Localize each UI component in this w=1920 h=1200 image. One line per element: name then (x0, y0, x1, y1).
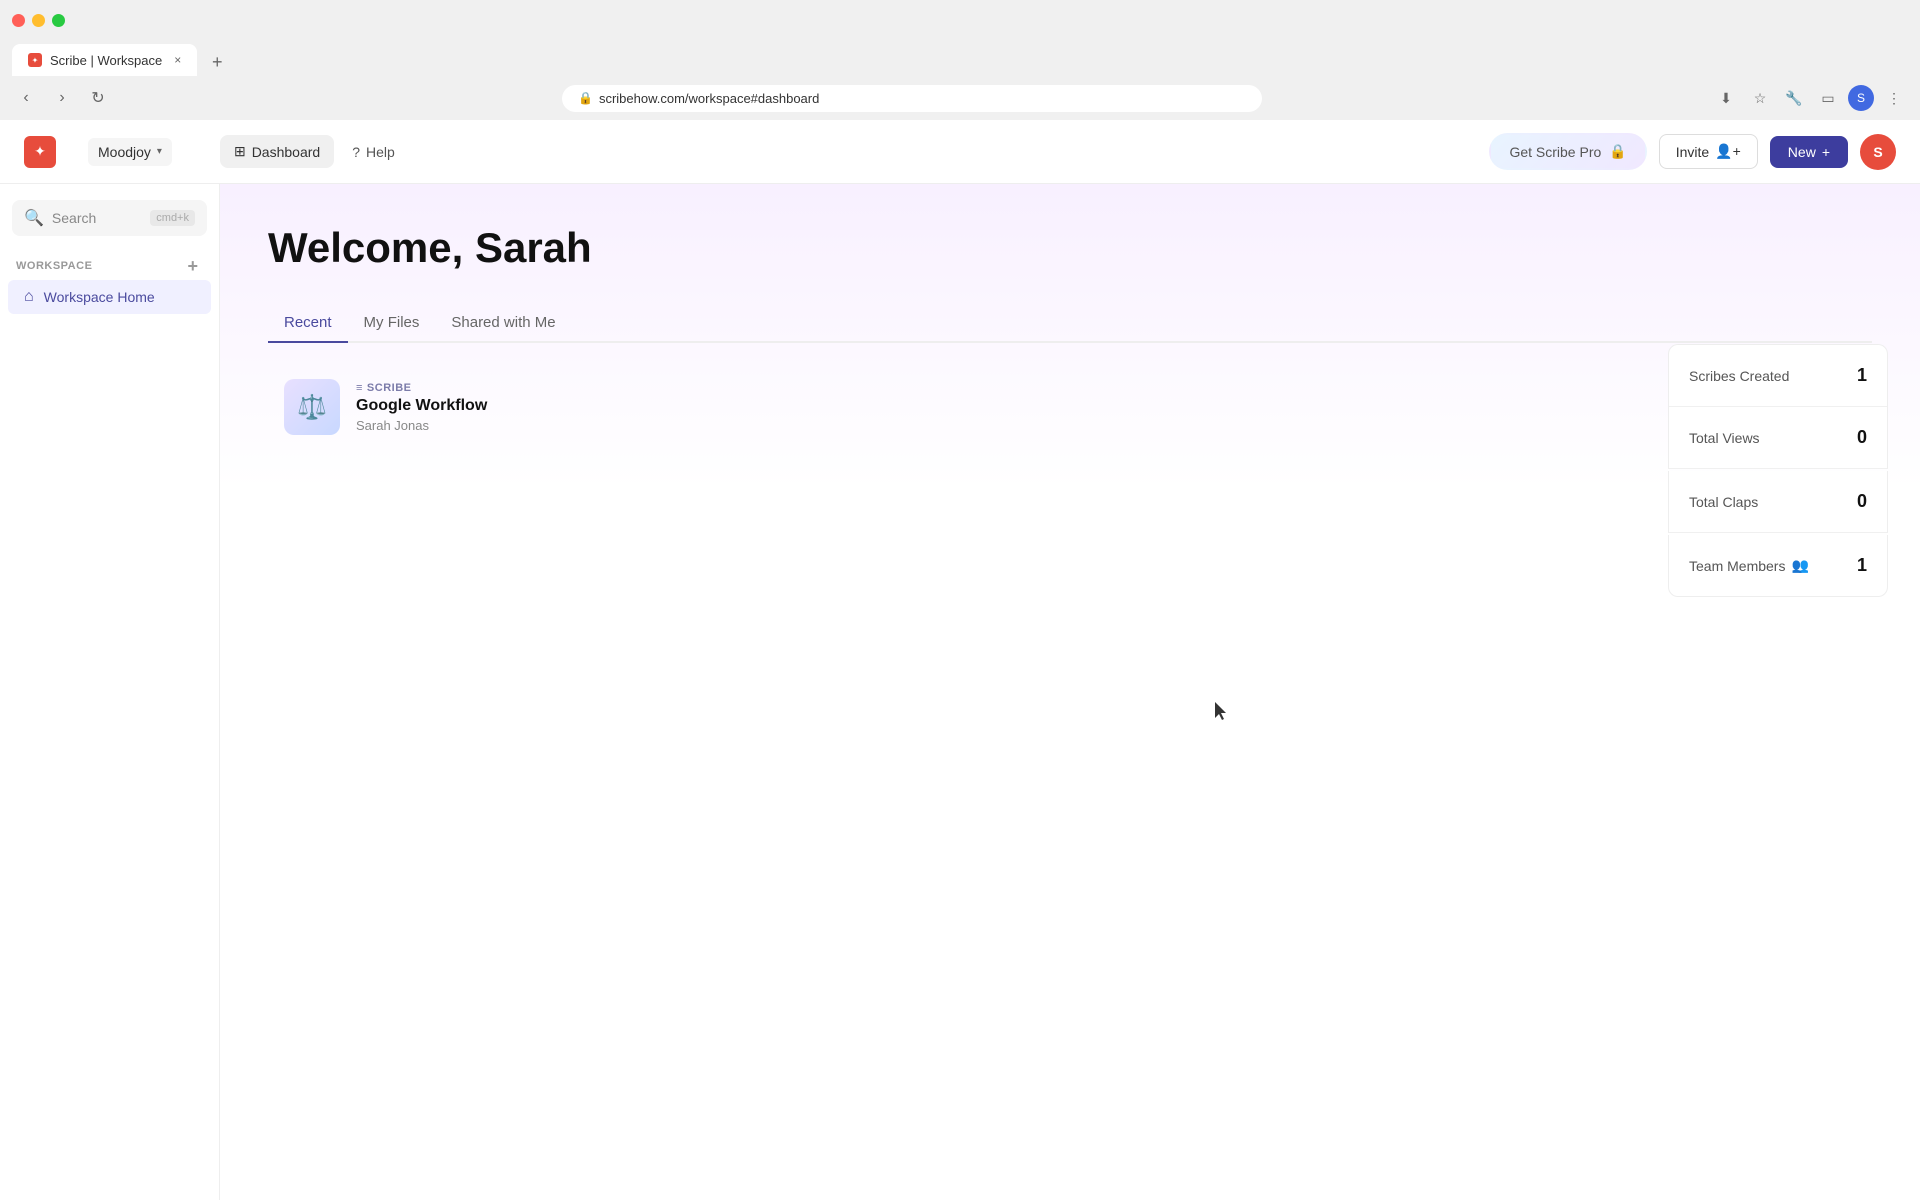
close-button[interactable] (12, 14, 25, 27)
team-members-label: Team Members 👥 (1689, 557, 1809, 574)
welcome-title: Welcome, Sarah (268, 224, 1872, 272)
scribe-item[interactable]: ⚖️ ≡ SCRIBE Google Workflow Sarah Jonas (268, 367, 1872, 447)
nav-help[interactable]: ? Help (338, 136, 409, 168)
url-text[interactable]: scribehow.com/workspace#dashboard (599, 91, 819, 106)
sidebar-toggle-icon[interactable]: ▭ (1814, 84, 1842, 112)
stat-total-claps: Total Claps 0 (1668, 471, 1888, 533)
sidebar: 🔍 Search cmd+k WORKSPACE + ⌂ Workspace H… (0, 184, 220, 1200)
tab-favicon (28, 53, 42, 67)
scribe-type-icon: ≡ (356, 382, 363, 394)
pro-icon: 🔒 (1609, 143, 1626, 160)
search-placeholder: Search (52, 210, 142, 226)
download-icon[interactable]: ⬇ (1712, 84, 1740, 112)
new-tab-button[interactable]: + (203, 48, 231, 76)
minimize-button[interactable] (32, 14, 45, 27)
header-nav: ⊞ Dashboard ? Help (220, 135, 409, 168)
main-content: Welcome, Sarah Recent My Files Shared wi… (220, 184, 1920, 1200)
browser-profile[interactable]: S (1848, 85, 1874, 111)
workspace-section-label: WORKSPACE (16, 260, 92, 272)
search-shortcut: cmd+k (150, 210, 195, 226)
tab-my-files[interactable]: My Files (348, 304, 436, 343)
invite-button[interactable]: Invite 👤+ (1659, 134, 1758, 169)
scribes-created-value: 1 (1857, 365, 1867, 386)
workspace-section: WORKSPACE + ⌂ Workspace Home (0, 252, 219, 314)
stats-panel: Scribes Created 1 Total Views 0 Total Cl… (1668, 344, 1888, 599)
total-views-value: 0 (1857, 427, 1867, 448)
search-icon: 🔍 (24, 208, 44, 228)
add-workspace-button[interactable]: + (183, 256, 203, 276)
tab-title: Scribe | Workspace (50, 53, 162, 68)
total-views-label: Total Views (1689, 430, 1760, 446)
browser-tab[interactable]: Scribe | Workspace × (12, 44, 197, 76)
sidebar-item-workspace-home-label: Workspace Home (44, 289, 155, 305)
workspace-selector[interactable]: Moodjoy ▾ (88, 138, 172, 166)
forward-button[interactable]: › (48, 84, 76, 112)
browser-menu-icon[interactable]: ⋮ (1880, 84, 1908, 112)
nav-dashboard-label: Dashboard (252, 144, 321, 160)
new-button-label: New (1788, 144, 1816, 160)
get-scribe-pro-button[interactable]: Get Scribe Pro 🔒 (1489, 133, 1646, 170)
team-members-value: 1 (1857, 555, 1867, 576)
user-avatar[interactable]: S (1860, 134, 1896, 170)
refresh-button[interactable]: ↻ (84, 84, 112, 112)
invite-icon: 👤+ (1715, 143, 1741, 160)
content-tabs: Recent My Files Shared with Me (268, 304, 1872, 343)
scribes-created-label: Scribes Created (1689, 368, 1789, 384)
invite-button-label: Invite (1676, 144, 1709, 160)
workspace-name: Moodjoy (98, 144, 151, 160)
stat-team-members: Team Members 👥 1 (1668, 535, 1888, 597)
tab-close-button[interactable]: × (174, 53, 181, 67)
scribe-title: Google Workflow (356, 397, 487, 415)
new-button-icon: + (1822, 144, 1830, 160)
scribe-thumbnail: ⚖️ (284, 379, 340, 435)
scribe-info: ≡ SCRIBE Google Workflow Sarah Jonas (356, 382, 487, 433)
scribe-type-label: ≡ SCRIBE (356, 382, 487, 394)
nav-help-label: Help (366, 144, 395, 160)
sidebar-item-workspace-home[interactable]: ⌂ Workspace Home (8, 280, 211, 314)
cursor (1215, 702, 1229, 727)
nav-dashboard[interactable]: ⊞ Dashboard (220, 135, 334, 168)
maximize-button[interactable] (52, 14, 65, 27)
bookmark-icon[interactable]: ☆ (1746, 84, 1774, 112)
tab-shared-with-me[interactable]: Shared with Me (435, 304, 571, 343)
logo-icon (24, 136, 56, 168)
total-claps-value: 0 (1857, 491, 1867, 512)
back-button[interactable]: ‹ (12, 84, 40, 112)
scribe-list: ⚖️ ≡ SCRIBE Google Workflow Sarah Jonas (268, 367, 1872, 447)
logo (24, 136, 64, 168)
stat-scribes-created: Scribes Created 1 (1668, 344, 1888, 407)
search-box[interactable]: 🔍 Search cmd+k (12, 200, 207, 236)
scribe-author: Sarah Jonas (356, 418, 487, 433)
total-claps-label: Total Claps (1689, 494, 1758, 510)
extension-icon[interactable]: 🔧 (1780, 84, 1808, 112)
stat-total-views: Total Views 0 (1668, 407, 1888, 469)
team-members-icon: 👥 (1791, 557, 1808, 574)
help-icon: ? (352, 144, 360, 160)
pro-button-label: Get Scribe Pro (1509, 144, 1601, 160)
dashboard-icon: ⊞ (234, 143, 246, 160)
workspace-chevron-icon: ▾ (157, 146, 162, 157)
tab-recent[interactable]: Recent (268, 304, 348, 343)
home-icon: ⌂ (24, 288, 34, 306)
new-button[interactable]: New + (1770, 136, 1848, 168)
security-icon: 🔒 (578, 91, 593, 105)
